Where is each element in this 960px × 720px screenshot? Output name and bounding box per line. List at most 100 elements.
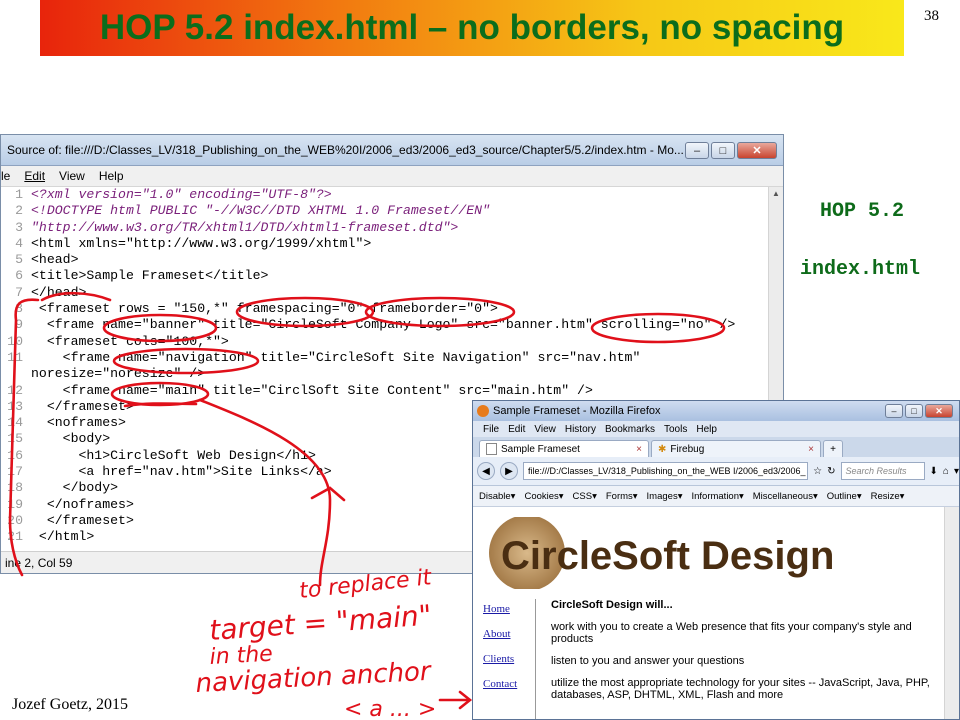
line-number: 11 — [7, 349, 23, 365]
nav-link-about[interactable]: About — [483, 628, 535, 649]
main-paragraph: utilize the most appropriate technology … — [551, 677, 930, 701]
back-arrow-icon[interactable]: ◀ — [477, 462, 495, 480]
tab-label: Sample Frameset — [501, 443, 580, 455]
line-text: <frameset rows = "150,*" framespacing="0… — [31, 301, 498, 317]
line-number: 13 — [7, 398, 23, 414]
source-line: 12 <frame name="main" title="CirclSoft S… — [1, 383, 769, 399]
line-text: noresize="noresize" /> — [31, 366, 206, 382]
line-text: </head> — [31, 284, 87, 300]
new-tab-button[interactable]: + — [823, 440, 843, 457]
line-number: 9 — [15, 317, 23, 333]
source-line: 3 "http://www.w3.org/TR/xhtml1/DTD/xhtml1… — [1, 220, 769, 236]
maximize-button[interactable]: □ — [711, 141, 735, 159]
ff-menu-help[interactable]: Help — [696, 424, 717, 435]
logo-text: CircleSoft Design — [501, 534, 834, 578]
line-text: <html xmlns="http://www.w3.org/1999/xhtm… — [31, 235, 372, 251]
ff-menu-file[interactable]: File — [483, 424, 499, 435]
line-text: <h1>CircleSoft Web Design</h1> — [31, 447, 316, 463]
firefox-navbar: ◀ ▶ file:///D:/Classes_LV/318_Publishing… — [473, 457, 959, 486]
webdev-cookies[interactable]: Cookies▾ — [524, 491, 563, 502]
tab-close-icon[interactable]: × — [808, 444, 814, 455]
slide-footer: Jozef Goetz, 2015 — [12, 696, 128, 713]
nav-link-home[interactable]: Home — [483, 603, 535, 624]
source-menubar: le Edit View Help — [1, 166, 783, 187]
tab-close-icon[interactable]: × — [636, 444, 642, 455]
nav-link-contact[interactable]: Contact — [483, 678, 535, 699]
tab-sample-frameset[interactable]: Sample Frameset × — [479, 440, 649, 457]
firefox-tabbar: Sample Frameset × ✱ Firebug × + — [473, 437, 959, 457]
home-icon[interactable]: ⌂ — [943, 466, 949, 477]
line-text: <?xml version="1.0" encoding="UTF-8"?> — [31, 187, 332, 202]
line-number: 20 — [7, 512, 23, 528]
source-line: 2 <!DOCTYPE html PUBLIC "-//W3C//DTD XHTM… — [1, 203, 769, 219]
firefox-titlebar[interactable]: Sample Frameset - Mozilla Firefox – □ ✕ — [473, 401, 959, 421]
line-text: <frame name="navigation" title="CircleSo… — [31, 349, 641, 365]
menu-help[interactable]: Help — [99, 169, 124, 183]
line-text: <a href="nav.htm">Site Links</a> — [31, 464, 332, 480]
source-line: 9 <frame name="banner" title="CircleSoft… — [1, 317, 769, 333]
main-heading: CircleSoft Design will... — [551, 599, 673, 611]
search-input[interactable]: Search Results — [840, 462, 925, 480]
webdev-images[interactable]: Images▾ — [647, 491, 683, 502]
source-window-titlebar[interactable]: Source of: file:///D:/Classes_LV/318_Pub… — [1, 135, 783, 166]
webdev-resize[interactable]: Resize▾ — [871, 491, 905, 502]
line-number: 1 — [15, 187, 23, 202]
line-text: "http://www.w3.org/TR/xhtml1/DTD/xhtml1-… — [31, 219, 459, 235]
side-label-hop: HOP 5.2 — [820, 200, 905, 223]
webdev-outline[interactable]: Outline▾ — [827, 491, 862, 502]
menu-edit[interactable]: Edit — [24, 169, 45, 183]
nav-link-clients[interactable]: Clients — [483, 653, 535, 674]
note-line-5: < a ... > — [344, 697, 436, 720]
line-number: 4 — [15, 235, 23, 251]
ff-menu-bookmarks[interactable]: Bookmarks — [605, 424, 655, 435]
firefox-scrollbar[interactable] — [944, 507, 959, 719]
ff-menu-history[interactable]: History — [565, 424, 596, 435]
ff-maximize-button[interactable]: □ — [905, 404, 923, 418]
webdev-css[interactable]: CSS▾ — [573, 491, 597, 502]
main-paragraph: work with you to create a Web presence t… — [551, 621, 912, 645]
line-number: 10 — [7, 333, 23, 349]
line-number: 2 — [15, 203, 23, 219]
menu-arrow-icon[interactable]: ▾ — [954, 466, 959, 477]
note-line-2: target = "main" — [208, 599, 432, 647]
line-number: 18 — [7, 480, 23, 496]
ff-minimize-button[interactable]: – — [885, 404, 903, 418]
line-text: <!DOCTYPE html PUBLIC "-//W3C//DTD XHTML… — [31, 203, 490, 219]
scroll-up-icon[interactable]: ▲ — [769, 187, 783, 201]
address-bar[interactable]: file:///D:/Classes_LV/318_Publishing_on_… — [523, 462, 809, 480]
note-line-4: navigation anchor — [195, 657, 434, 699]
minimize-button[interactable]: – — [685, 141, 709, 159]
line-number: 16 — [7, 447, 23, 463]
ff-menu-tools[interactable]: Tools — [664, 424, 687, 435]
ff-menu-edit[interactable]: Edit — [508, 424, 525, 435]
line-number: 6 — [15, 268, 23, 284]
webdev-forms[interactable]: Forms▾ — [606, 491, 638, 502]
webdev-disable[interactable]: Disable▾ — [479, 491, 515, 502]
line-number: 7 — [15, 284, 23, 300]
tab-firebug[interactable]: ✱ Firebug × — [651, 440, 821, 457]
menu-view[interactable]: View — [59, 169, 85, 183]
menu-file[interactable]: le — [1, 169, 10, 183]
line-text: <head> — [31, 252, 79, 268]
source-line: 5 <head> — [1, 252, 769, 268]
line-text: </noframes> — [31, 496, 134, 512]
download-icon[interactable]: ⬇ — [930, 466, 938, 477]
webdev-miscellaneous[interactable]: Miscellaneous▾ — [753, 491, 818, 502]
source-line: 7 </head> — [1, 285, 769, 301]
line-number: 19 — [7, 496, 23, 512]
line-text: <frameset cols="100,*"> — [31, 333, 229, 349]
bookmark-star-icon[interactable]: ☆ — [813, 466, 822, 477]
close-button[interactable]: ✕ — [737, 141, 777, 159]
webdev-information[interactable]: Information▾ — [691, 491, 743, 502]
line-text: </body> — [31, 480, 119, 496]
main-paragraph: listen to you and answer your questions — [551, 655, 745, 667]
line-text: <frame name="banner" title="CircleSoft C… — [31, 317, 736, 333]
reload-icon[interactable]: ↻ — [827, 466, 835, 477]
forward-arrow-icon[interactable]: ▶ — [500, 462, 518, 480]
ff-menu-view[interactable]: View — [534, 424, 556, 435]
ff-close-button[interactable]: ✕ — [925, 404, 953, 418]
source-line: 1 <?xml version="1.0" encoding="UTF-8"?> — [1, 187, 769, 203]
source-line: 6 <title>Sample Frameset</title> — [1, 268, 769, 284]
source-window-title: Source of: file:///D:/Classes_LV/318_Pub… — [7, 143, 684, 157]
tab-label: Firebug — [670, 443, 705, 455]
